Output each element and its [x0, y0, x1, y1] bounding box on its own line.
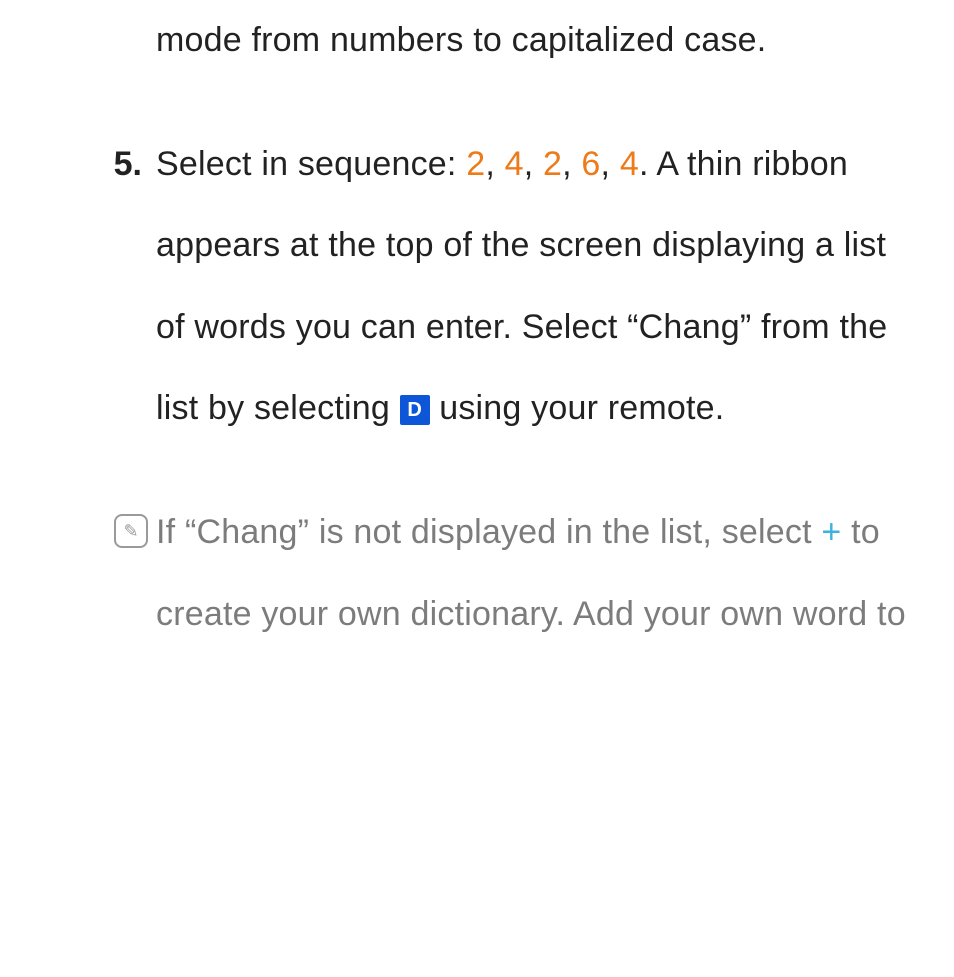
seq-sep-3: ,: [601, 145, 620, 183]
seq-3: 6: [581, 145, 600, 183]
note-icon-cell: ✎: [60, 492, 156, 548]
item5-after-badge: using your remote.: [430, 389, 725, 427]
seq-sep-0: ,: [485, 145, 504, 183]
note-body: If “Chang” is not displayed in the list,…: [156, 492, 914, 655]
pencil-glyph: ✎: [123, 522, 138, 540]
list-item-5: 5. Select in sequence: 2, 4, 2, 6, 4. A …: [60, 124, 914, 450]
item5-pre-seq: Select in sequence:: [156, 145, 466, 183]
note-block: ✎ If “Chang” is not displayed in the lis…: [60, 492, 914, 655]
d-button-icon: D: [400, 395, 430, 425]
seq-4: 4: [620, 145, 639, 183]
list-item-4-tail: mode from numbers to capitalized case.: [156, 0, 914, 82]
seq-sep-2: ,: [562, 145, 581, 183]
item5-after-seq: . A thin ribbon appears at the top of th…: [156, 145, 887, 428]
seq-0: 2: [466, 145, 485, 183]
note-pencil-icon: ✎: [114, 514, 148, 548]
item4-text: mode from numbers to capitalized case.: [156, 21, 766, 59]
seq-2: 2: [543, 145, 562, 183]
document-page: mode from numbers to capitalized case. 5…: [0, 0, 954, 655]
seq-1: 4: [505, 145, 524, 183]
list-number-5: 5.: [60, 124, 156, 206]
seq-sep-1: ,: [524, 145, 543, 183]
plus-icon: +: [821, 513, 841, 551]
note-pre-plus: If “Chang” is not displayed in the list,…: [156, 513, 821, 551]
list-item-5-body: Select in sequence: 2, 4, 2, 6, 4. A thi…: [156, 124, 914, 450]
